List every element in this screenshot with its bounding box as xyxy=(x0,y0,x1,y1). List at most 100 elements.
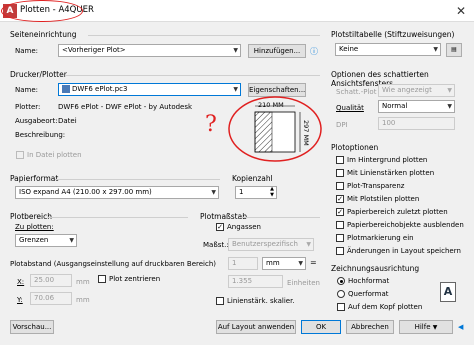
offset-x-label: X: xyxy=(17,278,25,286)
plotter-icon xyxy=(62,85,70,93)
help-button[interactable]: Hilfe ▼ xyxy=(399,320,453,334)
paper-height-label: 297 MM xyxy=(302,120,310,146)
plot-option-checkbox[interactable] xyxy=(336,247,344,255)
page-setup-name-value: <Vorheriger Plot> xyxy=(62,46,126,54)
plot-option-row[interactable]: ✓ Papierbereich zuletzt plotten xyxy=(336,206,466,219)
plot-option-row[interactable]: Änderungen in Layout speichern xyxy=(336,245,466,258)
what-to-plot-value: Grenzen xyxy=(19,236,49,244)
dpi-label: DPI xyxy=(336,121,348,129)
plot-style-value: Keine xyxy=(339,45,359,53)
what-to-plot-dropdown[interactable]: Grenzen ▼ xyxy=(15,234,77,247)
portrait-radio[interactable] xyxy=(337,277,345,285)
dpi-input[interactable]: 100 xyxy=(378,117,455,130)
chevron-down-icon: ▼ xyxy=(433,46,438,53)
copies-spinner[interactable]: 1 ▲ ▼ xyxy=(235,186,277,199)
plot-option-label: Mit Linienstärken plotten xyxy=(347,169,435,177)
scale-unit-value: mm xyxy=(266,259,280,267)
apply-to-layout-button[interactable]: Auf Layout anwenden xyxy=(216,320,296,334)
preview-button[interactable]: Vorschau... xyxy=(10,320,54,334)
plot-style-dropdown[interactable]: Keine ▼ xyxy=(335,43,441,56)
equals-icon: = xyxy=(310,258,317,267)
spinner-arrows-icon[interactable]: ▲ ▼ xyxy=(270,186,274,198)
what-to-plot-label: Zu plotten: xyxy=(15,223,54,231)
printer-group-label: Drucker/Plotter xyxy=(10,70,67,79)
offset-y-input[interactable]: 70.06 xyxy=(30,292,72,305)
plot-option-row[interactable]: Mit Linienstärken plotten xyxy=(336,167,466,180)
where-value: Datei xyxy=(58,117,77,125)
plot-option-checkbox[interactable] xyxy=(336,182,344,190)
plot-offset-group-label: Plotabstand (Ausgangseinstellung auf dru… xyxy=(10,260,216,268)
chevron-down-icon: ▼ xyxy=(432,324,438,331)
collapse-arrow-icon[interactable]: ◀ xyxy=(458,323,463,331)
edit-plot-style-button[interactable]: ▤ xyxy=(446,43,462,57)
shade-plot-dropdown[interactable]: Wie angezeigt ▼ xyxy=(378,84,455,97)
fit-to-paper-checkbox[interactable]: ✓ xyxy=(216,223,224,231)
center-plot-checkbox[interactable] xyxy=(98,275,106,283)
orientation-group-label: Zeichnungsausrichtung xyxy=(331,264,420,273)
plot-option-row[interactable]: Plotmarkierung ein xyxy=(336,232,466,245)
upside-down-checkbox[interactable] xyxy=(337,303,345,311)
plot-options-list: Im Hintergrund plotten Mit Linienstärken … xyxy=(336,154,466,258)
offset-y-unit: mm xyxy=(76,296,90,304)
plot-option-checkbox[interactable]: ✓ xyxy=(336,195,344,203)
plot-option-label: Plot-Transparenz xyxy=(347,182,405,190)
plotter-label: Plotter: xyxy=(15,103,41,111)
landscape-radio[interactable] xyxy=(337,290,345,298)
help-label: Hilfe xyxy=(414,323,431,331)
page-setup-name-label: Name: xyxy=(15,47,39,55)
plot-option-row[interactable]: Plot-Transparenz xyxy=(336,180,466,193)
red-annotation-ellipse-title xyxy=(1,0,83,22)
copies-group-label: Kopienzahl xyxy=(232,174,273,183)
paper-size-dropdown[interactable]: ISO expand A4 (210.00 x 297.00 mm) ▼ xyxy=(15,186,219,199)
scale-lineweights-checkbox[interactable] xyxy=(216,297,224,305)
plot-option-row[interactable]: ✓ Mit Plotstilen plotten xyxy=(336,193,466,206)
scale-denominator-unit: Einheiten xyxy=(287,279,320,287)
plot-option-label: Papierbereich zuletzt plotten xyxy=(347,208,448,216)
quality-value: Normal xyxy=(382,102,408,110)
offset-x-input[interactable]: 25.00 xyxy=(30,274,72,287)
plot-option-label: Änderungen in Layout speichern xyxy=(347,247,461,255)
printer-name-dropdown[interactable]: DWF6 ePlot.pc3 ▼ xyxy=(58,83,241,96)
center-plot-label: Plot zentrieren xyxy=(109,275,161,283)
chevron-down-icon: ▼ xyxy=(233,86,238,93)
description-label: Beschreibung: xyxy=(15,131,66,139)
chevron-down-icon: ▼ xyxy=(211,189,216,196)
portrait-label: Hochformat xyxy=(348,277,390,285)
chevron-down-icon: ▼ xyxy=(233,47,238,54)
close-icon[interactable]: ✕ xyxy=(452,3,470,19)
plotter-value: DWF6 ePlot - DWF ePlot - by Autodesk xyxy=(58,103,193,111)
chevron-down-icon: ▼ xyxy=(447,103,452,110)
plot-option-label: Im Hintergrund plotten xyxy=(347,156,428,164)
edit-icon: ▤ xyxy=(451,46,457,53)
quality-dropdown[interactable]: Normal ▼ xyxy=(378,100,455,113)
scale-dropdown[interactable]: Benutzerspezifisch ▼ xyxy=(228,238,314,251)
plot-option-row[interactable]: Papierbereichobjekte ausblenden xyxy=(336,219,466,232)
paper-width-label: 210 MM xyxy=(258,101,284,109)
scale-numerator-input[interactable]: 1 xyxy=(228,257,258,270)
page-setup-name-dropdown[interactable]: <Vorheriger Plot> ▼ xyxy=(58,44,241,57)
scale-value: Benutzerspezifisch xyxy=(232,240,298,248)
quality-label: Qualität xyxy=(336,104,364,112)
plot-option-label: Plotmarkierung ein xyxy=(347,234,414,242)
plot-option-checkbox[interactable] xyxy=(336,169,344,177)
plot-option-row[interactable]: Im Hintergrund plotten xyxy=(336,154,466,167)
scale-unit-dropdown[interactable]: mm ▼ xyxy=(262,257,306,270)
add-page-setup-button[interactable]: Hinzufügen... xyxy=(248,44,306,58)
offset-x-unit: mm xyxy=(76,278,90,286)
scale-denominator-input[interactable]: 1.355 xyxy=(228,275,283,288)
cancel-button[interactable]: Abbrechen xyxy=(346,320,394,334)
plot-to-file-checkbox[interactable] xyxy=(16,151,24,159)
plot-option-checkbox[interactable] xyxy=(336,234,344,242)
plot-area-group-label: Plotbereich xyxy=(10,212,53,221)
plot-option-checkbox[interactable] xyxy=(336,156,344,164)
where-label: Ausgabeort: xyxy=(15,117,58,125)
plot-option-checkbox[interactable]: ✓ xyxy=(336,208,344,216)
shade-plot-label: Schatt.-Plot xyxy=(336,88,377,96)
chevron-down-icon: ▼ xyxy=(306,241,311,248)
paper-size-group-label: Papierformat xyxy=(10,174,59,183)
info-icon[interactable]: ⓘ xyxy=(310,46,319,56)
offset-y-label: Y: xyxy=(17,296,23,304)
plot-option-checkbox[interactable] xyxy=(336,221,344,229)
ok-button[interactable]: OK xyxy=(301,320,341,334)
plot-option-label: Mit Plotstilen plotten xyxy=(347,195,420,203)
